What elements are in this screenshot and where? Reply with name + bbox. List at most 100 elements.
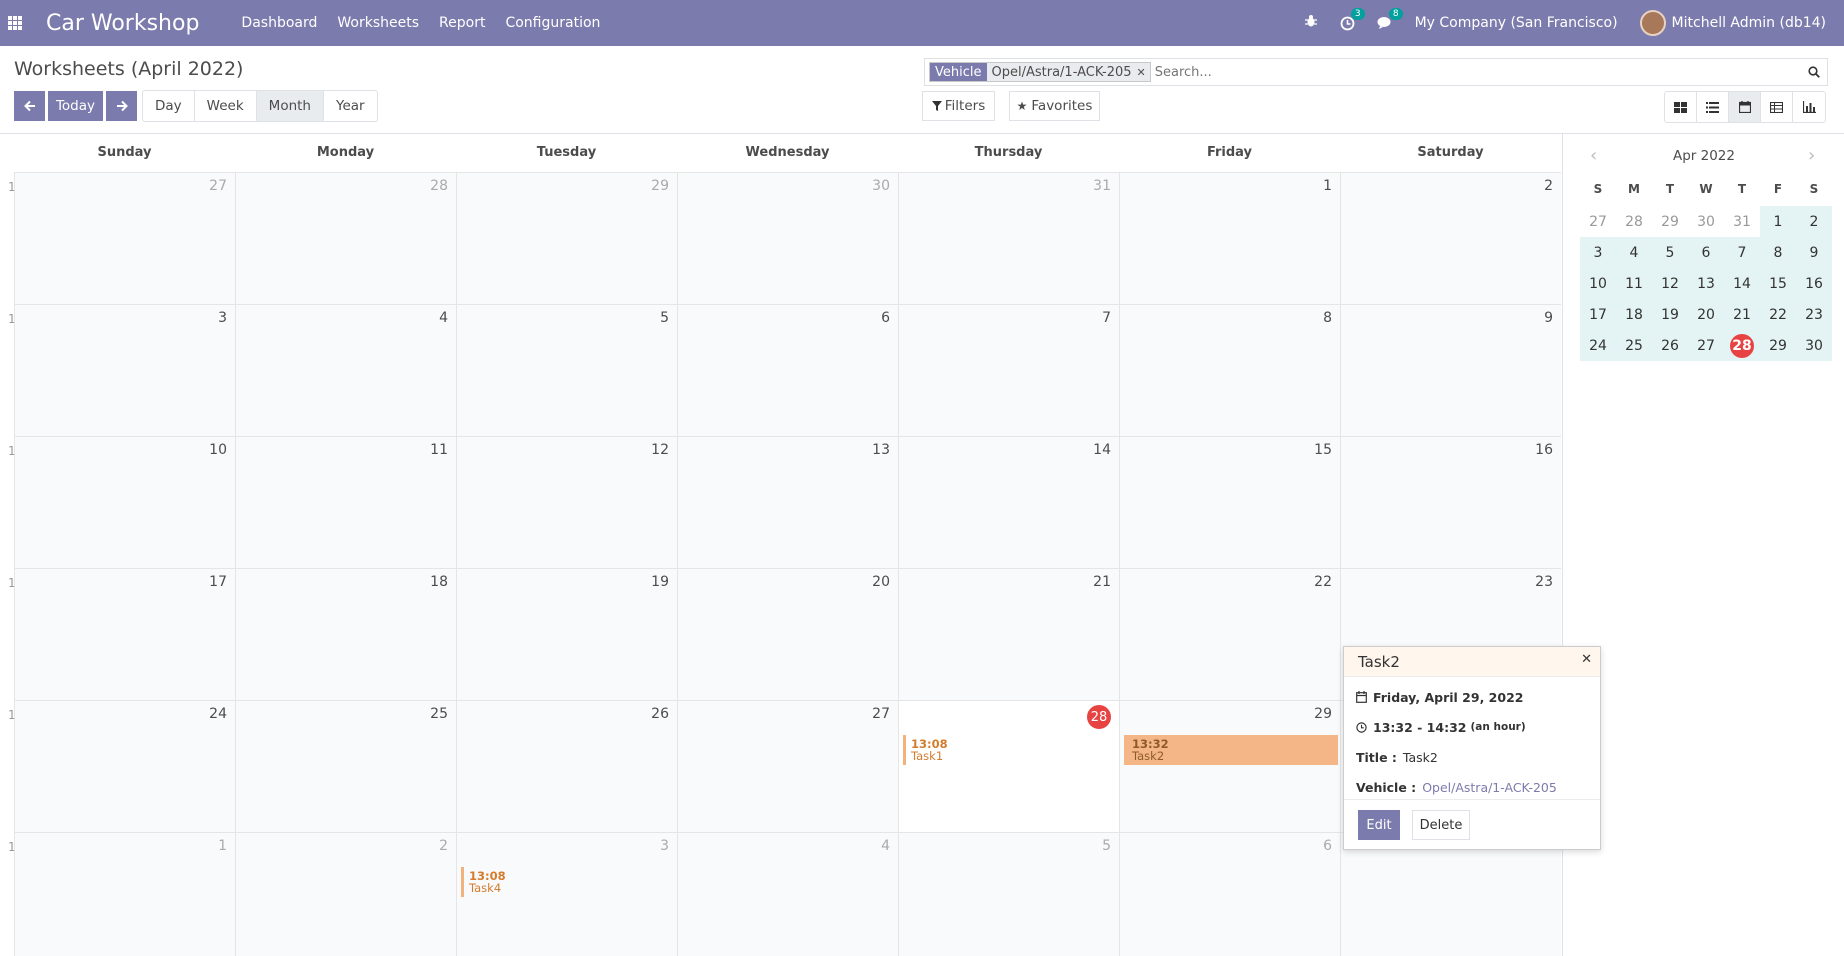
calendar-day-cell[interactable]: 7 xyxy=(1340,832,1561,956)
menu-configuration[interactable]: Configuration xyxy=(505,15,600,31)
mini-day[interactable]: 5 xyxy=(1652,237,1688,268)
mini-day[interactable]: 30 xyxy=(1688,206,1724,237)
calendar-day-cell[interactable]: 2 xyxy=(235,832,456,956)
calendar-day-cell[interactable]: 5 xyxy=(898,832,1119,956)
apps-menu-icon[interactable] xyxy=(8,16,22,30)
scale-week-button[interactable]: Week xyxy=(195,91,257,121)
mini-day[interactable]: 6 xyxy=(1688,237,1724,268)
calendar-day-cell[interactable]: 30 xyxy=(677,172,898,304)
calendar-day-cell[interactable]: 20 xyxy=(677,568,898,700)
scale-month-button[interactable]: Month xyxy=(256,91,324,121)
calendar-event[interactable]: 13:08 Task4 xyxy=(461,867,641,897)
calendar-day-cell[interactable]: 5 xyxy=(456,304,677,436)
mini-day[interactable]: 23 xyxy=(1796,299,1832,330)
calendar-day-cell[interactable]: 27 xyxy=(677,700,898,832)
mini-day[interactable]: 22 xyxy=(1760,299,1796,330)
mini-day[interactable]: 16 xyxy=(1796,268,1832,299)
mini-day[interactable]: 11 xyxy=(1616,268,1652,299)
app-brand[interactable]: Car Workshop xyxy=(46,11,199,36)
mini-day[interactable]: 14 xyxy=(1724,268,1760,299)
list-view-icon[interactable] xyxy=(1697,92,1729,122)
mini-day[interactable]: 18 xyxy=(1616,299,1652,330)
scale-day-button[interactable]: Day xyxy=(143,91,195,121)
calendar-day-cell[interactable]: 19 xyxy=(456,568,677,700)
mini-day[interactable]: 7 xyxy=(1724,237,1760,268)
calendar-event[interactable]: 13:32 Task2 xyxy=(1124,735,1338,765)
calendar-day-cell[interactable]: 14 xyxy=(898,436,1119,568)
calendar-day-cell[interactable]: 6 xyxy=(677,304,898,436)
mini-day[interactable]: 8 xyxy=(1760,237,1796,268)
mini-day[interactable]: 19 xyxy=(1652,299,1688,330)
calendar-day-cell[interactable]: 28 xyxy=(235,172,456,304)
mini-day[interactable]: 29 xyxy=(1652,206,1688,237)
favorites-button[interactable]: ★ Favorites xyxy=(1009,91,1100,121)
scale-year-button[interactable]: Year xyxy=(324,91,377,121)
mini-day[interactable]: 31 xyxy=(1724,206,1760,237)
calendar-day-cell[interactable]: 11 xyxy=(235,436,456,568)
mini-day[interactable]: 2 xyxy=(1796,206,1832,237)
mini-day[interactable]: 3 xyxy=(1580,237,1616,268)
delete-button[interactable]: Delete xyxy=(1412,810,1470,840)
calendar-day-cell[interactable]: 9 xyxy=(1340,304,1561,436)
mini-day[interactable]: 26 xyxy=(1652,330,1688,361)
search-input[interactable] xyxy=(1154,64,1801,80)
filters-button[interactable]: Filters xyxy=(922,91,995,121)
calendar-view-icon[interactable] xyxy=(1729,92,1761,122)
user-menu[interactable]: Mitchell Admin (db14) xyxy=(1639,10,1826,36)
calendar-day-cell[interactable]: 1 xyxy=(14,832,235,956)
mini-day[interactable]: 13 xyxy=(1688,268,1724,299)
calendar-day-cell[interactable]: 4 xyxy=(677,832,898,956)
bug-icon[interactable] xyxy=(1304,14,1318,32)
calendar-day-cell[interactable]: 29 13:32 Task2 xyxy=(1119,700,1340,832)
calendar-day-cell[interactable]: 12 xyxy=(456,436,677,568)
mini-day[interactable]: 27 xyxy=(1688,330,1724,361)
mini-day[interactable]: 20 xyxy=(1688,299,1724,330)
calendar-day-cell[interactable]: 17 xyxy=(14,568,235,700)
calendar-day-cell[interactable]: 3 13:08 Task4 xyxy=(456,832,677,956)
calendar-day-cell[interactable]: 1 xyxy=(1119,172,1340,304)
mini-next-icon[interactable]: › xyxy=(1808,145,1815,166)
mini-day[interactable]: 30 xyxy=(1796,330,1832,361)
calendar-day-cell[interactable]: 13 xyxy=(677,436,898,568)
graph-view-icon[interactable] xyxy=(1793,92,1825,122)
mini-day[interactable]: 10 xyxy=(1580,268,1616,299)
menu-dashboard[interactable]: Dashboard xyxy=(241,15,317,31)
mini-day[interactable]: 24 xyxy=(1580,330,1616,361)
kanban-view-icon[interactable] xyxy=(1665,92,1697,122)
calendar-event[interactable]: 13:08 Task1 xyxy=(903,735,1083,765)
menu-worksheets[interactable]: Worksheets xyxy=(337,15,419,31)
mini-day[interactable]: 25 xyxy=(1616,330,1652,361)
facet-remove-icon[interactable]: ✕ xyxy=(1136,63,1150,81)
calendar-day-cell[interactable]: 22 xyxy=(1119,568,1340,700)
vehicle-link[interactable]: Opel/Astra/1-ACK-205 xyxy=(1422,780,1557,795)
calendar-day-cell[interactable]: 8 xyxy=(1119,304,1340,436)
calendar-day-cell[interactable]: 15 xyxy=(1119,436,1340,568)
activity-button[interactable]: 3 xyxy=(1340,7,1365,31)
calendar-day-cell[interactable]: 25 xyxy=(235,700,456,832)
mini-day[interactable]: 12 xyxy=(1652,268,1688,299)
menu-report[interactable]: Report xyxy=(439,15,485,31)
next-button[interactable] xyxy=(106,91,137,121)
mini-day[interactable]: 17 xyxy=(1580,299,1616,330)
search-icon[interactable] xyxy=(1801,66,1827,78)
pivot-view-icon[interactable] xyxy=(1761,92,1793,122)
calendar-day-cell[interactable]: 29 xyxy=(456,172,677,304)
mini-day[interactable]: 21 xyxy=(1724,299,1760,330)
calendar-day-cell[interactable]: 21 xyxy=(898,568,1119,700)
calendar-day-cell[interactable]: 31 xyxy=(898,172,1119,304)
mini-day[interactable]: 15 xyxy=(1760,268,1796,299)
mini-day[interactable]: 9 xyxy=(1796,237,1832,268)
calendar-day-cell[interactable]: 18 xyxy=(235,568,456,700)
mini-day[interactable]: 29 xyxy=(1760,330,1796,361)
calendar-day-cell[interactable]: 2 xyxy=(1340,172,1561,304)
mini-day-today[interactable]: 28 xyxy=(1724,330,1760,361)
edit-button[interactable]: Edit xyxy=(1358,810,1400,840)
calendar-day-cell[interactable]: 6 xyxy=(1119,832,1340,956)
mini-day[interactable]: 27 xyxy=(1580,206,1616,237)
calendar-day-cell[interactable]: 27 xyxy=(14,172,235,304)
calendar-day-cell[interactable]: 3 xyxy=(14,304,235,436)
previous-button[interactable] xyxy=(14,91,45,121)
calendar-day-cell[interactable]: 28 13:08 Task1 xyxy=(898,700,1119,832)
messages-button[interactable]: 8 xyxy=(1377,8,1403,30)
mini-day[interactable]: 28 xyxy=(1616,206,1652,237)
